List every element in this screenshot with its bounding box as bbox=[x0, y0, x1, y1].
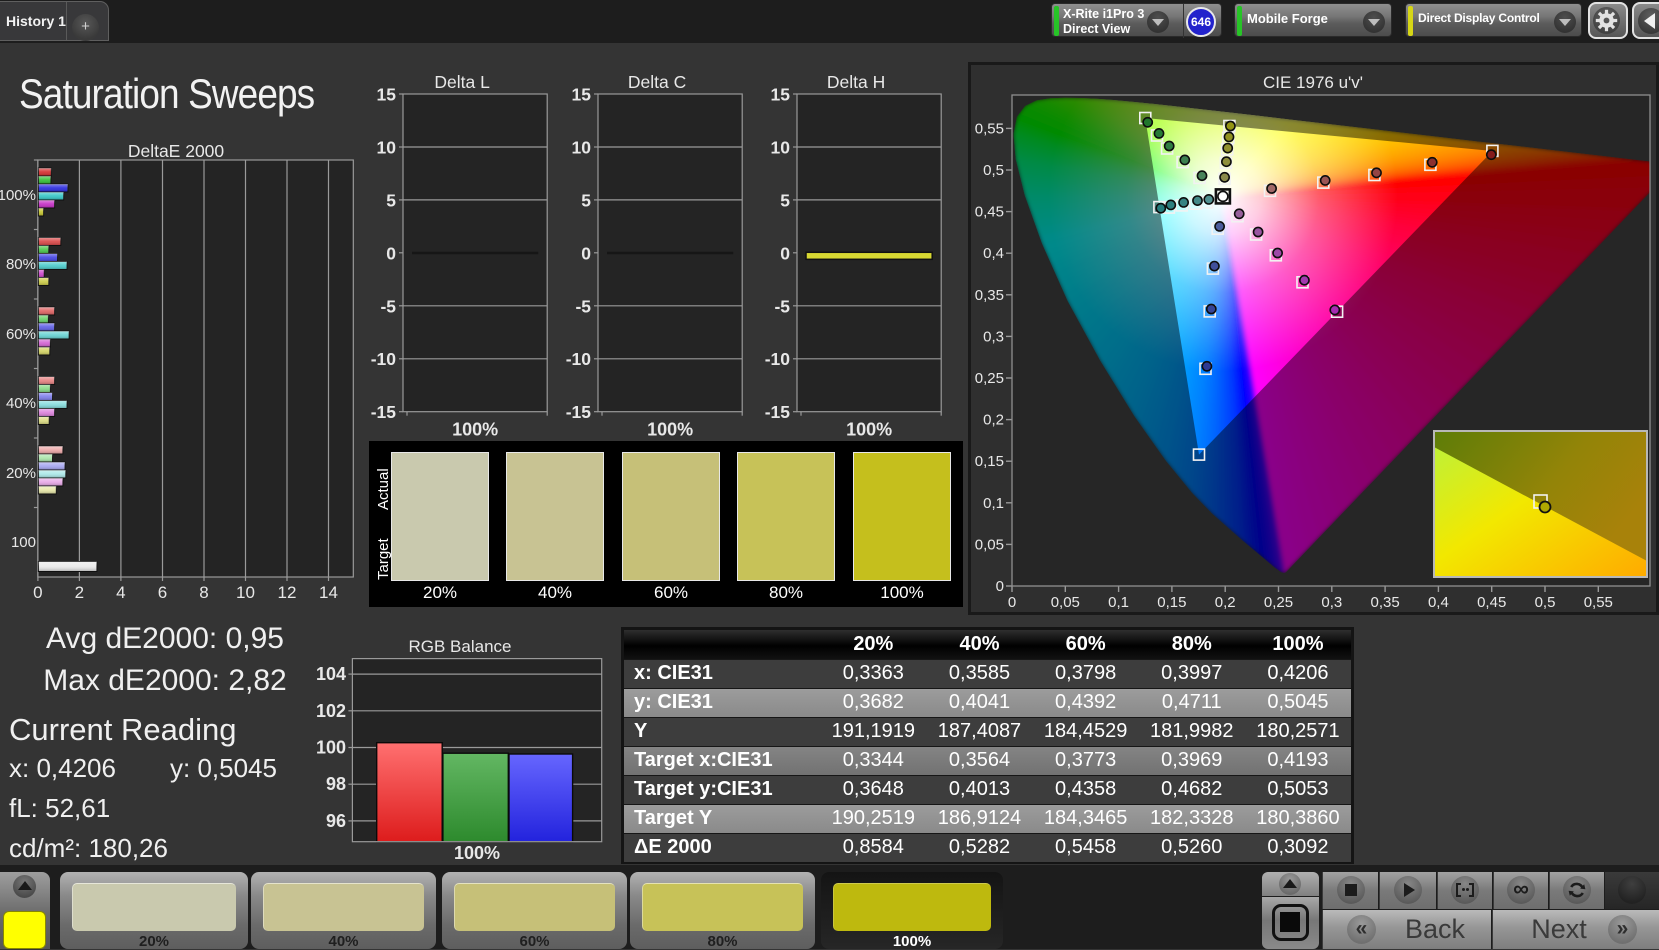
svg-text:0,5: 0,5 bbox=[1535, 594, 1556, 611]
svg-text:96: 96 bbox=[326, 811, 346, 831]
svg-text:0: 0 bbox=[386, 243, 396, 263]
svg-text:CIE 1976 u'v': CIE 1976 u'v' bbox=[1263, 73, 1363, 92]
svg-text:100%: 100% bbox=[846, 420, 892, 440]
svg-text:Delta H: Delta H bbox=[827, 72, 885, 92]
svg-text:0,1: 0,1 bbox=[1108, 594, 1129, 611]
svg-text:60%: 60% bbox=[6, 326, 36, 343]
svg-text:0,55: 0,55 bbox=[975, 120, 1004, 137]
svg-text:-10: -10 bbox=[566, 349, 592, 369]
svg-text:20%: 20% bbox=[6, 465, 36, 482]
svg-text:15: 15 bbox=[572, 85, 592, 105]
svg-text:DeltaE 2000: DeltaE 2000 bbox=[128, 141, 225, 161]
svg-text:100%: 100% bbox=[452, 420, 498, 440]
svg-text:80%: 80% bbox=[6, 256, 36, 273]
svg-text:Delta C: Delta C bbox=[628, 72, 686, 92]
svg-text:100%: 100% bbox=[647, 420, 693, 440]
svg-text:100%: 100% bbox=[454, 843, 500, 863]
svg-text:10: 10 bbox=[572, 138, 592, 158]
svg-text:0,45: 0,45 bbox=[975, 204, 1004, 221]
svg-text:14: 14 bbox=[319, 583, 338, 602]
svg-text:12: 12 bbox=[278, 583, 297, 602]
svg-text:RGB Balance: RGB Balance bbox=[409, 637, 512, 656]
svg-text:0,35: 0,35 bbox=[975, 287, 1004, 304]
svg-text:-15: -15 bbox=[371, 402, 397, 422]
svg-text:0,2: 0,2 bbox=[983, 412, 1004, 429]
svg-text:-5: -5 bbox=[575, 296, 591, 316]
svg-text:0: 0 bbox=[996, 578, 1004, 595]
svg-text:Delta L: Delta L bbox=[434, 72, 490, 92]
svg-text:0: 0 bbox=[780, 243, 790, 263]
svg-text:0,05: 0,05 bbox=[1051, 594, 1080, 611]
svg-text:0,4: 0,4 bbox=[1428, 594, 1449, 611]
svg-text:-10: -10 bbox=[371, 349, 397, 369]
svg-text:-10: -10 bbox=[765, 349, 791, 369]
svg-text:5: 5 bbox=[386, 190, 396, 210]
svg-text:2: 2 bbox=[75, 583, 84, 602]
svg-text:0,45: 0,45 bbox=[1477, 594, 1506, 611]
svg-text:40%: 40% bbox=[6, 395, 36, 412]
svg-text:-5: -5 bbox=[774, 296, 790, 316]
svg-text:0: 0 bbox=[33, 583, 42, 602]
svg-text:15: 15 bbox=[377, 85, 397, 105]
svg-text:0,3: 0,3 bbox=[983, 328, 1004, 345]
svg-text:4: 4 bbox=[116, 583, 125, 602]
svg-text:10: 10 bbox=[377, 138, 397, 158]
svg-text:0,25: 0,25 bbox=[1264, 594, 1293, 611]
svg-text:-5: -5 bbox=[380, 296, 396, 316]
svg-text:0,2: 0,2 bbox=[1215, 594, 1236, 611]
svg-text:98: 98 bbox=[326, 774, 346, 794]
svg-text:0,05: 0,05 bbox=[975, 536, 1004, 553]
svg-text:0,55: 0,55 bbox=[1584, 594, 1613, 611]
svg-text:100%: 100% bbox=[0, 187, 36, 204]
svg-text:100: 100 bbox=[316, 738, 346, 758]
svg-text:100: 100 bbox=[11, 534, 36, 551]
svg-text:5: 5 bbox=[780, 190, 790, 210]
svg-text:104: 104 bbox=[316, 664, 346, 684]
svg-text:6: 6 bbox=[158, 583, 167, 602]
svg-text:0,5: 0,5 bbox=[983, 162, 1004, 179]
svg-text:0,25: 0,25 bbox=[975, 370, 1004, 387]
svg-text:0,15: 0,15 bbox=[975, 453, 1004, 470]
svg-text:10: 10 bbox=[771, 138, 791, 158]
svg-text:5: 5 bbox=[581, 190, 591, 210]
svg-text:0,3: 0,3 bbox=[1321, 594, 1342, 611]
svg-text:0: 0 bbox=[1008, 594, 1016, 611]
svg-text:10: 10 bbox=[236, 583, 255, 602]
svg-text:15: 15 bbox=[771, 85, 791, 105]
svg-text:-15: -15 bbox=[765, 402, 791, 422]
svg-text:0,1: 0,1 bbox=[983, 495, 1004, 512]
svg-text:0,4: 0,4 bbox=[983, 245, 1004, 262]
svg-text:0,15: 0,15 bbox=[1157, 594, 1186, 611]
svg-text:0: 0 bbox=[581, 243, 591, 263]
svg-text:102: 102 bbox=[316, 701, 346, 721]
svg-text:-15: -15 bbox=[566, 402, 592, 422]
svg-text:8: 8 bbox=[199, 583, 208, 602]
svg-text:0,35: 0,35 bbox=[1370, 594, 1399, 611]
